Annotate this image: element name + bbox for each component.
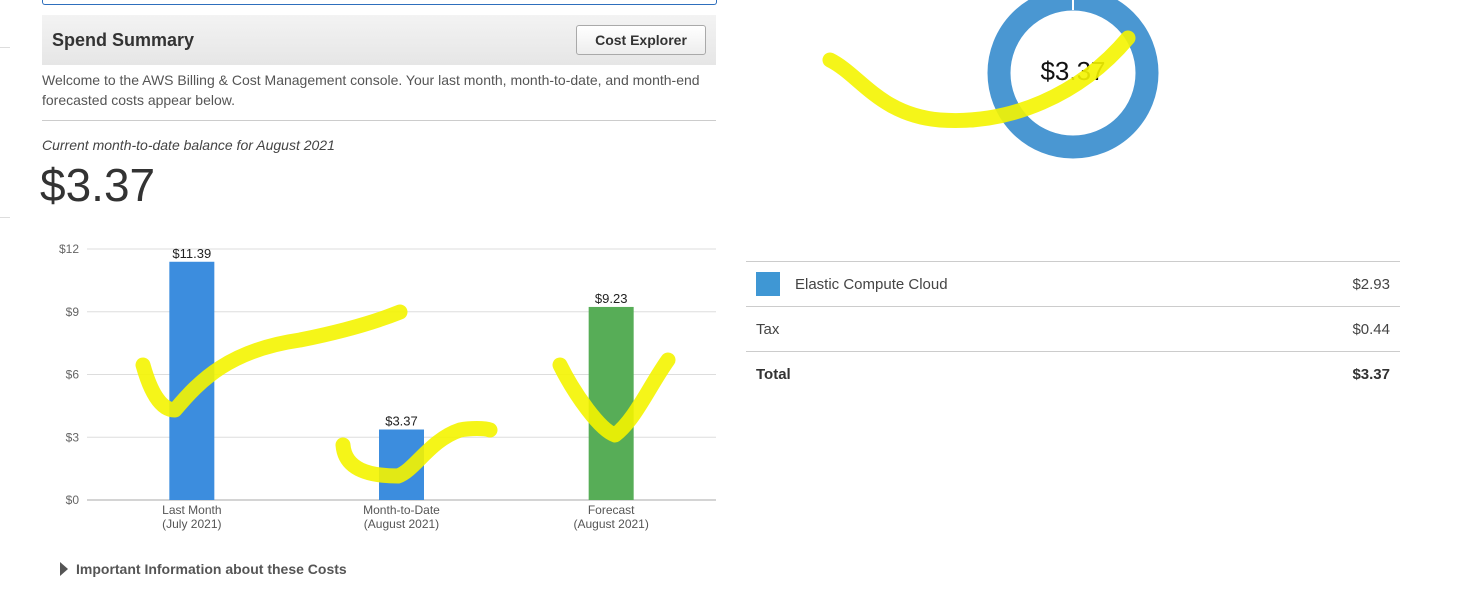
- y-tick-label: $3: [66, 430, 80, 444]
- breakdown-row-ec2: Elastic Compute Cloud $2.93: [746, 261, 1400, 306]
- cost-explorer-button[interactable]: Cost Explorer: [576, 25, 706, 55]
- left-edge-tick: [0, 47, 10, 48]
- spend-bar-chart: $0 $3 $6 $9 $12 $11.39 Last Month(July 2021) $3…: [59, 242, 716, 531]
- y-tick-label: $12: [59, 242, 79, 256]
- spend-summary-title: Spend Summary: [52, 30, 195, 50]
- breakdown-row-tax: Tax $0.44: [746, 306, 1400, 351]
- bar: [379, 429, 424, 500]
- x-category-label: Forecast: [588, 503, 635, 517]
- service-name: Elastic Compute Cloud: [795, 276, 948, 293]
- x-category-label: Month-to-Date: [363, 503, 440, 517]
- expand-arrow-icon: [60, 562, 68, 577]
- ec2-color-swatch: [756, 272, 780, 296]
- divider: [42, 120, 716, 121]
- bar-value-label: $9.23: [595, 291, 628, 306]
- donut-total-label: $3.37: [1040, 56, 1106, 86]
- important-info-toggle[interactable]: Important Information about these Costs: [60, 561, 347, 577]
- top-panel-frame: [42, 0, 717, 5]
- bar: [169, 261, 215, 500]
- welcome-text: Welcome to the AWS Billing & Cost Manage…: [42, 72, 700, 108]
- breakdown-row-total: Total $3.37: [746, 351, 1400, 396]
- x-category-label: (August 2021): [364, 517, 439, 531]
- tax-label: Tax: [756, 321, 780, 338]
- balance-label: Current month-to-date balance for August…: [42, 137, 335, 153]
- tax-value: $0.44: [1352, 321, 1390, 338]
- x-category-label: (August 2021): [573, 517, 648, 531]
- important-info-label: Important Information about these Costs: [76, 561, 347, 577]
- y-tick-label: $6: [66, 368, 80, 382]
- bar-value-label: $11.39: [172, 246, 211, 261]
- balance-amount: $3.37: [40, 159, 156, 211]
- x-category-label: (July 2021): [162, 517, 221, 531]
- x-category-label: Last Month: [162, 503, 221, 517]
- y-tick-label: $0: [66, 493, 80, 507]
- service-cost: $2.93: [1352, 276, 1390, 293]
- total-label: Total: [756, 366, 791, 383]
- bar-value-label: $3.37: [385, 414, 418, 429]
- bar: [588, 306, 634, 500]
- total-value: $3.37: [1352, 366, 1390, 383]
- y-tick-label: $9: [66, 305, 80, 319]
- cost-breakdown-table: Elastic Compute Cloud $2.93 Tax $0.44 To…: [746, 261, 1400, 396]
- spend-summary-header: Spend Summary Cost Explorer: [42, 15, 716, 65]
- left-edge-tick: [0, 217, 10, 218]
